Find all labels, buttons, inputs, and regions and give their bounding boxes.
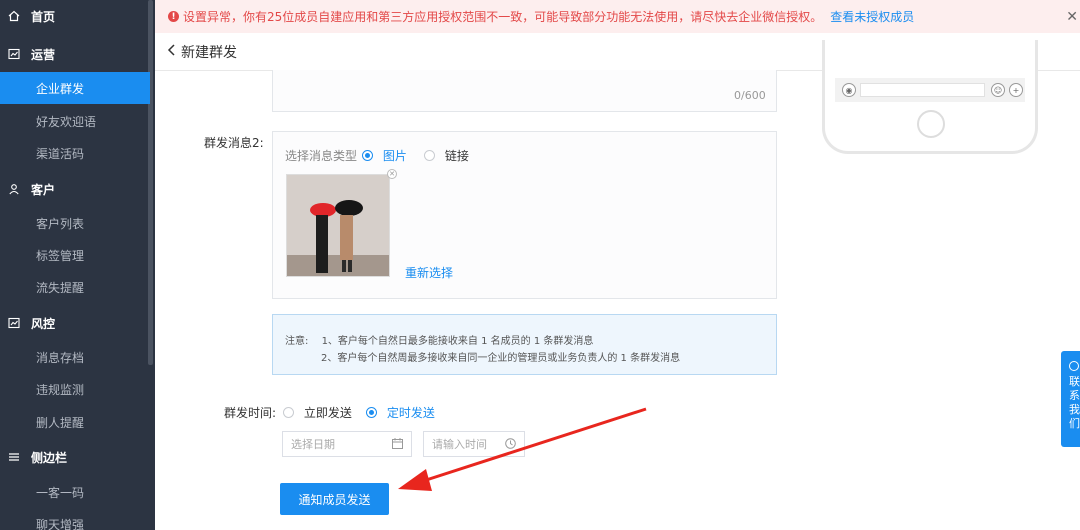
plus-icon: +	[1009, 83, 1023, 97]
sidebar-item-churn-alert[interactable]: 流失提醒	[0, 271, 150, 303]
radio-label: 定时发送	[386, 406, 435, 420]
sidebar-item-violation[interactable]: 违规监测	[0, 373, 150, 405]
sidebar-item-label: 聊天增强	[36, 517, 85, 530]
sidebar-item-label: 标签管理	[36, 248, 85, 263]
calendar-icon	[392, 438, 403, 452]
send-scheduled-radio[interactable]: 定时发送	[366, 404, 435, 421]
radio-unchecked-icon	[424, 150, 435, 161]
sidebar-item-label: 好友欢迎语	[36, 114, 97, 129]
menu-icon	[7, 450, 21, 464]
warning-text: 设置异常，你有25位成员自建应用和第三方应用授权范围不一致，可能导致部分功能无法…	[183, 10, 823, 24]
contact-char: 系	[1069, 389, 1080, 402]
sidebar-item-label: 企业群发	[36, 81, 85, 96]
type-link-radio[interactable]: 链接	[424, 147, 469, 164]
type-image-radio[interactable]: 图片	[362, 147, 407, 164]
message-1-textarea[interactable]	[272, 70, 777, 112]
notice-line-2: 2、客户每个自然周最多接收来自同一企业的管理员或业务负责人的 1 条群发消息	[321, 349, 680, 364]
contact-char: 我	[1069, 403, 1080, 416]
clock-icon	[505, 438, 516, 452]
sidebar-item-label: 首页	[31, 9, 56, 24]
contact-us-tab[interactable]: 联 系 我 们	[1061, 351, 1080, 447]
contact-char: 们	[1069, 417, 1080, 430]
chat-icon	[1069, 361, 1079, 371]
sidebar-item-welcome[interactable]: 好友欢迎语	[0, 105, 150, 137]
sidebar-item-tag-manage[interactable]: 标签管理	[0, 239, 150, 271]
phone-preview: ◉ ☺ +	[822, 40, 1038, 154]
voice-icon: ◉	[842, 83, 856, 97]
sidebar: 首页 运营 企业群发 好友欢迎语 渠道活码 客户 客户列表 标签管理 流失提醒 …	[0, 0, 155, 530]
sidebar-group-label: 风控	[31, 316, 56, 331]
notice-text-1: 1、客户每个自然日最多能接收来自 1 名成员的 1 条群发消息	[321, 336, 594, 347]
sidebar-group-risk[interactable]: 风控	[0, 307, 150, 339]
sidebar-group-label: 客户	[31, 182, 56, 197]
radio-label: 链接	[444, 149, 469, 163]
page-title: 新建群发	[181, 44, 237, 61]
date-input[interactable]: 选择日期	[282, 431, 412, 457]
message-2-label: 群发消息2:	[204, 136, 264, 150]
radio-unchecked-icon	[283, 407, 294, 418]
sidebar-item-label: 客户列表	[36, 216, 85, 231]
uploaded-image	[286, 174, 390, 277]
sidebar-item-label: 违规监测	[36, 382, 85, 397]
sidebar-item-label: 渠道活码	[36, 146, 85, 161]
message-type-label: 选择消息类型	[285, 149, 358, 163]
sidebar-item-label: 流失提醒	[36, 280, 85, 295]
sidebar-item-channel-code[interactable]: 渠道活码	[0, 137, 150, 169]
radio-checked-icon	[362, 150, 373, 161]
sidebar-group-sidebar[interactable]: 侧边栏	[0, 441, 150, 473]
view-unauthorized-link[interactable]: 查看未授权成员	[830, 8, 914, 25]
sidebar-group-operations[interactable]: 运营	[0, 38, 150, 70]
notice-prefix: 注意:	[285, 336, 309, 347]
sidebar-item-customer-list[interactable]: 客户列表	[0, 207, 150, 239]
sidebar-item-chat-enhance[interactable]: 聊天增强	[0, 508, 150, 530]
user-icon	[7, 182, 21, 196]
sidebar-item-delete-alert[interactable]: 删人提醒	[0, 406, 150, 438]
notice-line-1: 注意: 1、客户每个自然日最多能接收来自 1 名成员的 1 条群发消息	[285, 332, 593, 347]
send-time-label: 群发时间:	[224, 406, 277, 420]
notice-box: 注意: 1、客户每个自然日最多能接收来自 1 名成员的 1 条群发消息 2、客户…	[272, 314, 777, 375]
contact-char: 联	[1069, 375, 1080, 388]
chart-icon	[7, 316, 21, 330]
close-icon[interactable]: ✕	[1066, 9, 1078, 25]
sidebar-item-message-archive[interactable]: 消息存档	[0, 341, 150, 373]
notice-text-2: 2、客户每个自然周最多接收来自同一企业的管理员或业务负责人的 1 条群发消息	[321, 353, 681, 364]
send-now-radio[interactable]: 立即发送	[283, 404, 352, 421]
time-input[interactable]: 请输入时间	[423, 431, 525, 457]
radio-checked-icon	[366, 407, 377, 418]
time-placeholder: 请输入时间	[432, 438, 487, 451]
warning-banner: ! 设置异常，你有25位成员自建应用和第三方应用授权范围不一致，可能导致部分功能…	[155, 0, 1080, 33]
home-icon	[7, 9, 21, 23]
warning-icon: !	[168, 11, 179, 22]
radio-label: 立即发送	[303, 406, 352, 420]
emoji-icon: ☺	[991, 83, 1005, 97]
home-button	[917, 110, 945, 138]
sidebar-item-label: 一客一码	[36, 485, 85, 500]
chart-icon	[7, 47, 21, 61]
sidebar-group-label: 侧边栏	[31, 450, 68, 465]
date-placeholder: 选择日期	[291, 438, 335, 451]
back-icon[interactable]	[167, 43, 177, 60]
sidebar-item-mass-send[interactable]: 企业群发	[0, 72, 150, 104]
sidebar-group-customers[interactable]: 客户	[0, 173, 150, 205]
sidebar-group-label: 运营	[31, 47, 56, 62]
sidebar-item-home[interactable]: 首页	[0, 0, 150, 32]
char-counter: 0/600	[734, 89, 766, 102]
chat-input-preview	[860, 83, 985, 97]
remove-image-icon[interactable]: ✕	[387, 169, 397, 179]
sidebar-item-label: 消息存档	[36, 350, 85, 365]
sidebar-item-label: 删人提醒	[36, 415, 85, 430]
reselect-link[interactable]: 重新选择	[405, 264, 453, 281]
notify-members-button[interactable]: 通知成员发送	[280, 483, 389, 515]
sidebar-item-one-code[interactable]: 一客一码	[0, 476, 150, 508]
radio-label: 图片	[382, 149, 407, 163]
